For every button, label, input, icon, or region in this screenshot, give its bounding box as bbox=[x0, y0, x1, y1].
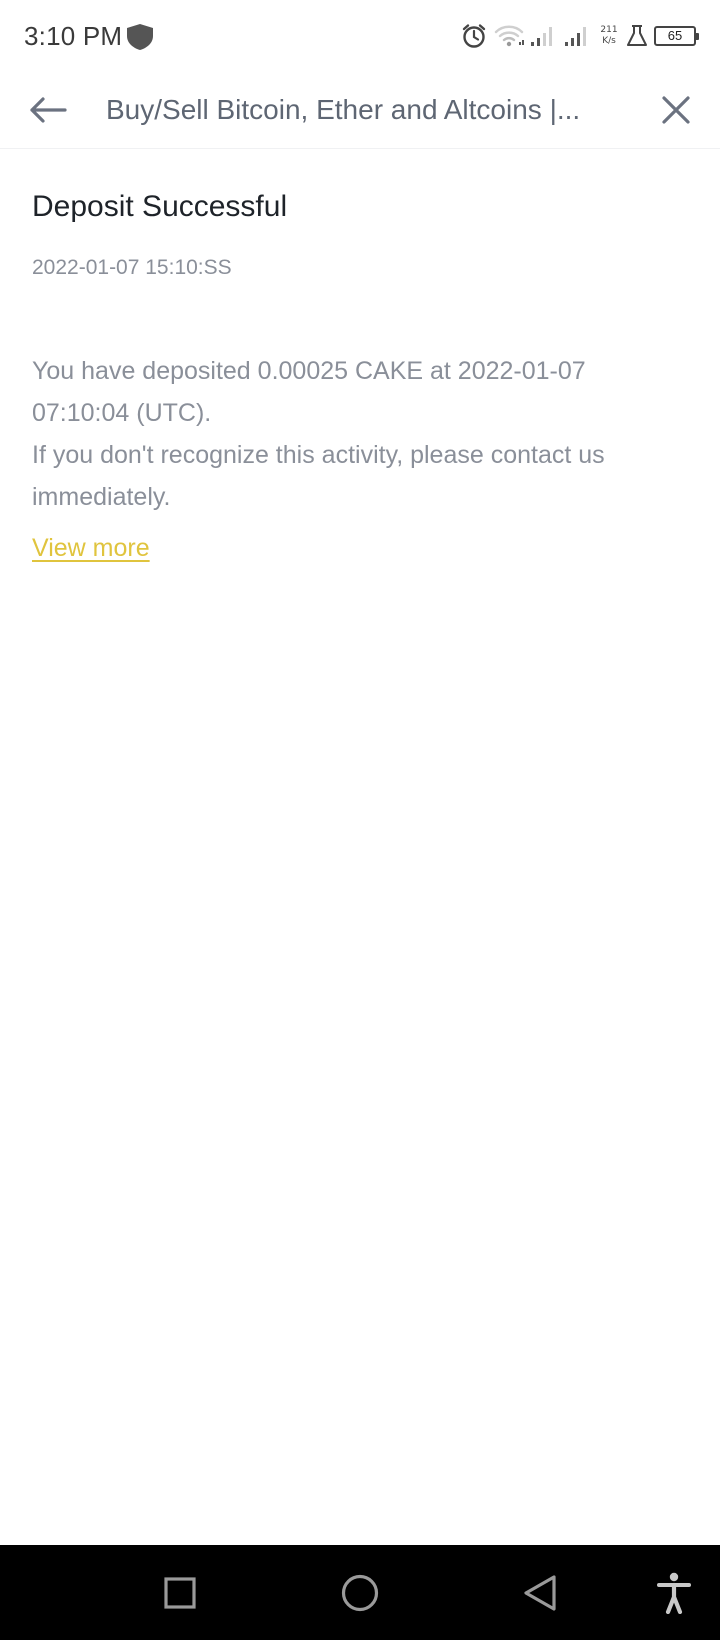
view-more-link[interactable]: View more bbox=[32, 532, 150, 564]
accessibility-button[interactable] bbox=[648, 1567, 700, 1619]
back-nav-button[interactable] bbox=[514, 1567, 566, 1619]
signal-icon bbox=[565, 27, 586, 46]
recents-icon bbox=[164, 1577, 196, 1609]
alarm-icon bbox=[462, 24, 486, 48]
status-icons: 211 K/s 65 bbox=[460, 18, 699, 54]
net-speed: 211 K/s bbox=[598, 25, 620, 47]
flask-icon bbox=[627, 25, 647, 46]
notification-message: You have deposited 0.00025 CAKE at 2022-… bbox=[32, 350, 688, 518]
notification-timestamp: 2022-01-07 15:10:SS bbox=[32, 256, 232, 279]
arrow-left-icon bbox=[30, 97, 67, 123]
back-button[interactable] bbox=[24, 88, 72, 132]
wifi-icon bbox=[494, 25, 524, 47]
message-line-1: You have deposited 0.00025 CAKE at 2022-… bbox=[32, 357, 586, 427]
web-view-header: Buy/Sell Bitcoin, Ether and Altcoins |..… bbox=[0, 72, 720, 149]
battery-icon: 65 bbox=[654, 26, 699, 46]
net-speed-value: 211 bbox=[600, 25, 618, 35]
home-icon bbox=[341, 1574, 379, 1612]
notification-detail: Deposit Successful 2022-01-07 15:10:SS Y… bbox=[32, 148, 688, 564]
home-button[interactable] bbox=[334, 1567, 386, 1619]
close-icon bbox=[662, 96, 690, 124]
system-nav-bar bbox=[0, 1545, 720, 1640]
net-speed-unit: K/s bbox=[602, 36, 616, 46]
signal-icon bbox=[531, 27, 552, 46]
page-url-title: Buy/Sell Bitcoin, Ether and Altcoins |..… bbox=[106, 94, 581, 125]
status-bar: 3:10 PM 211 K/s 65 bbox=[0, 0, 720, 72]
message-line-2: If you don't recognize this activity, pl… bbox=[32, 441, 605, 511]
notification-title: Deposit Successful bbox=[32, 190, 288, 223]
recents-button[interactable] bbox=[154, 1567, 206, 1619]
status-time: 3:10 PM bbox=[24, 21, 123, 51]
shield-icon bbox=[127, 24, 153, 50]
back-icon bbox=[524, 1575, 556, 1611]
accessibility-icon bbox=[657, 1572, 691, 1614]
close-button[interactable] bbox=[656, 90, 696, 130]
